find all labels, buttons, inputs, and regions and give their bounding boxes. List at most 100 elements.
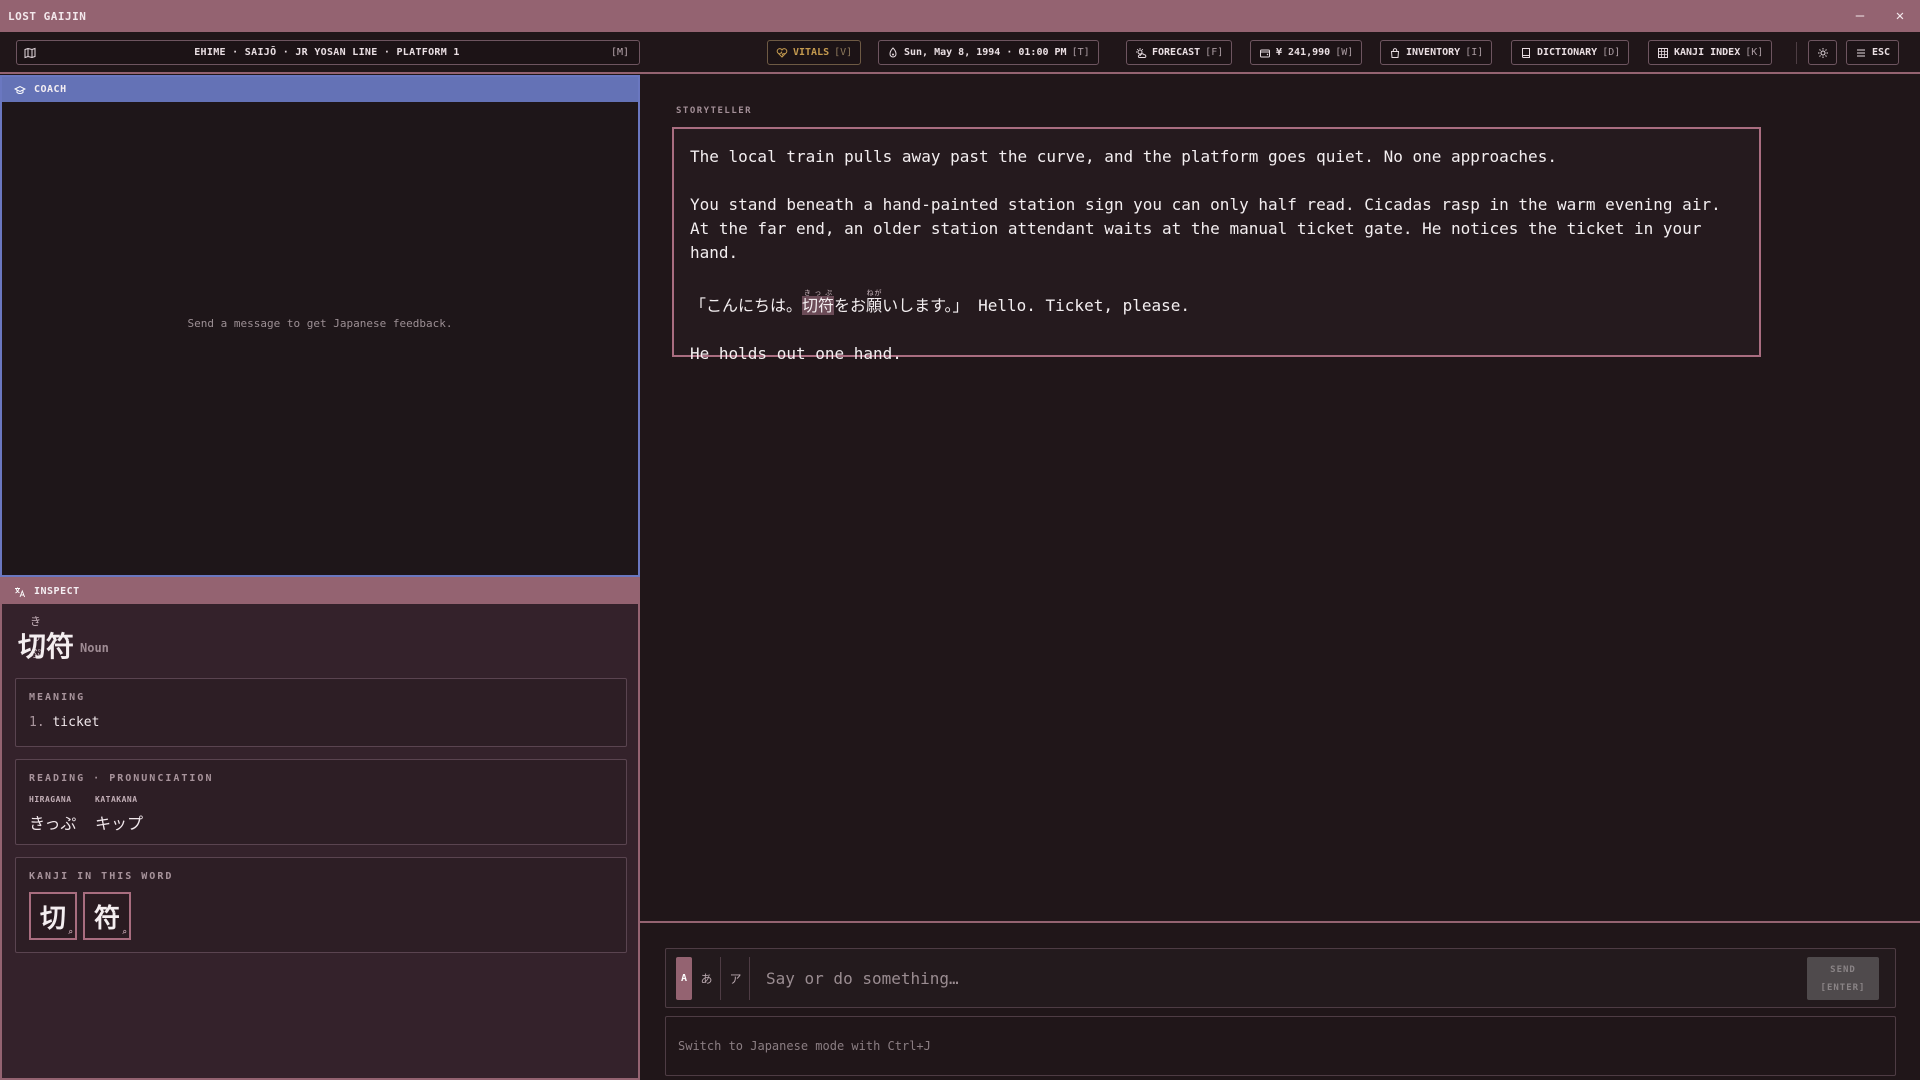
wallet-button[interactable]: ¥ 241,990 [W]: [1250, 40, 1363, 65]
meaning-card: MEANING 1. ticket: [15, 678, 627, 747]
meaning-number: 1.: [29, 715, 45, 730]
mode-hiragana-button[interactable]: あ: [693, 957, 721, 1000]
menu-button[interactable]: ESC: [1846, 40, 1900, 65]
coach-panel: COACH Send a message to get Japanese fee…: [0, 75, 640, 577]
kanji-tile-char: 切: [39, 903, 66, 934]
story-paragraph: You stand beneath a hand-painted station…: [690, 195, 1731, 262]
heart-icon: [776, 47, 788, 59]
graduation-cap-icon: [14, 84, 26, 96]
dialogue-close: いします。」: [882, 296, 969, 315]
dictionary-shortcut: [D]: [1602, 47, 1621, 58]
inspect-title: INSPECT: [34, 586, 80, 597]
dialogue-english: Hello. Ticket, please.: [968, 296, 1191, 315]
time-button[interactable]: Sun, May 8, 1994 · 01:00 PM [T]: [878, 40, 1099, 65]
katakana-label: KATAKANA: [95, 795, 138, 804]
book-icon: [1520, 47, 1532, 59]
input-divider: [640, 921, 1920, 923]
search-icon: ⌕: [68, 927, 73, 936]
minimize-button[interactable]: —: [1840, 0, 1880, 32]
bag-icon: [1389, 47, 1401, 59]
inventory-button[interactable]: INVENTORY [I]: [1380, 40, 1493, 65]
settings-button[interactable]: [1808, 40, 1837, 65]
reading-title: READING · PRONUNCIATION: [29, 773, 214, 784]
katakana-column: KATAKANA キップ: [95, 795, 143, 834]
location-bar[interactable]: EHIME · SAIJŌ · JR YOSAN LINE · PLATFORM…: [16, 40, 640, 65]
time-label: Sun, May 8, 1994 · 01:00 PM: [904, 47, 1067, 58]
word-kippu: 切符: [802, 296, 835, 315]
clock-icon: [887, 46, 899, 59]
meaning-item: 1. ticket: [29, 715, 99, 730]
vitals-label: VITALS: [793, 47, 830, 58]
word-kanji: 切符: [18, 630, 75, 663]
title-bar: LOST GAIJIN — ✕: [0, 0, 1920, 32]
send-shortcut: [ENTER]: [1820, 982, 1866, 993]
input-hint: Switch to Japanese mode with Ctrl+J: [665, 1016, 1896, 1076]
kanji-index-label: KANJI INDEX: [1674, 47, 1741, 58]
wallet-label: ¥ 241,990: [1276, 47, 1331, 58]
kanji-tile[interactable]: 符 ⌕: [83, 892, 131, 940]
input-bar: A あ ア SEND [ENTER]: [665, 948, 1896, 1008]
translate-icon: [14, 586, 26, 598]
kanji-tile-char: 符: [93, 903, 120, 934]
kanji-card: KANJI IN THIS WORD 切 ⌕ 符 ⌕: [15, 857, 627, 953]
time-shortcut: [T]: [1071, 47, 1090, 58]
vitals-shortcut: [V]: [834, 47, 853, 58]
kanji-tile[interactable]: 切 ⌕: [29, 892, 77, 940]
furigana-negai: ねが: [866, 289, 883, 297]
sun-cloud-icon: [1135, 47, 1147, 59]
hiragana-column: HIRAGANA きっぷ: [29, 795, 76, 834]
coach-title: COACH: [34, 84, 67, 95]
wallet-shortcut: [W]: [1335, 47, 1354, 58]
katakana-value: キップ: [95, 814, 144, 833]
mode-english-button[interactable]: A: [676, 957, 692, 1000]
hoverable-word-kippu[interactable]: 切符きっぷ: [802, 289, 835, 315]
story-box: The local train pulls away past the curv…: [672, 127, 1761, 363]
location-shortcut: [M]: [610, 47, 629, 58]
dialogue-open: 「こんにちは。: [690, 296, 803, 315]
hiragana-value: きっぷ: [29, 814, 77, 833]
meaning-text: ticket: [52, 715, 100, 730]
menu-icon: [1855, 47, 1867, 59]
wallet-icon: [1259, 47, 1271, 59]
word-part-of-speech: Noun: [80, 641, 109, 655]
kanji-index-button[interactable]: KANJI INDEX [K]: [1648, 40, 1773, 65]
story-paragraph: The local train pulls away past the curv…: [690, 147, 1557, 166]
mode-katakana-button[interactable]: ア: [722, 957, 750, 1000]
location-text: EHIME · SAIJŌ · JR YOSAN LINE · PLATFORM…: [194, 47, 460, 58]
send-label: SEND: [1830, 964, 1856, 975]
coach-empty-message: Send a message to get Japanese feedback.: [187, 317, 453, 330]
forecast-label: FORECAST: [1152, 47, 1201, 58]
dictionary-label: DICTIONARY: [1537, 47, 1598, 58]
story-paragraph: He holds out one hand.: [690, 344, 902, 363]
vitals-button[interactable]: VITALS [V]: [767, 40, 862, 65]
gear-icon: [1817, 47, 1829, 59]
menu-label: ESC: [1872, 47, 1891, 58]
meaning-title: MEANING: [29, 692, 86, 703]
forecast-shortcut: [F]: [1205, 47, 1224, 58]
close-button[interactable]: ✕: [1880, 0, 1920, 32]
inspect-header: INSPECT: [2, 579, 638, 604]
coach-header: COACH: [2, 77, 638, 102]
storyteller-label: STORYTELLER: [676, 106, 753, 116]
grid-icon: [1657, 47, 1669, 59]
dictionary-button[interactable]: DICTIONARY [D]: [1511, 40, 1630, 65]
inventory-shortcut: [I]: [1465, 47, 1484, 58]
map-icon: [17, 47, 43, 59]
send-button[interactable]: SEND [ENTER]: [1807, 957, 1879, 1000]
inventory-label: INVENTORY: [1406, 47, 1461, 58]
kanji-index-shortcut: [K]: [1745, 47, 1764, 58]
hiragana-label: HIRAGANA: [29, 795, 72, 804]
app-title: LOST GAIJIN: [8, 9, 87, 23]
search-icon: ⌕: [122, 927, 127, 936]
forecast-button[interactable]: FORECAST [F]: [1126, 40, 1233, 65]
message-input[interactable]: [766, 959, 1766, 997]
story-dialogue: 「こんにちは。切符きっぷをお願ねがいします。」 Hello. Ticket, p…: [690, 289, 1743, 318]
toolbar-divider: [1796, 42, 1797, 64]
word-negai: 願: [866, 296, 883, 315]
hoverable-word-negai[interactable]: 願ねが: [866, 289, 883, 315]
reading-card: READING · PRONUNCIATION HIRAGANA きっぷ KAT…: [15, 759, 627, 845]
inspect-panel: INSPECT きっぷ 切符 Noun MEANING 1. ticket RE…: [0, 577, 640, 1080]
kanji-section-title: KANJI IN THIS WORD: [29, 871, 174, 882]
dialogue-mid: をお: [834, 296, 867, 315]
toolbar: EHIME · SAIJŌ · JR YOSAN LINE · PLATFORM…: [0, 32, 1920, 74]
